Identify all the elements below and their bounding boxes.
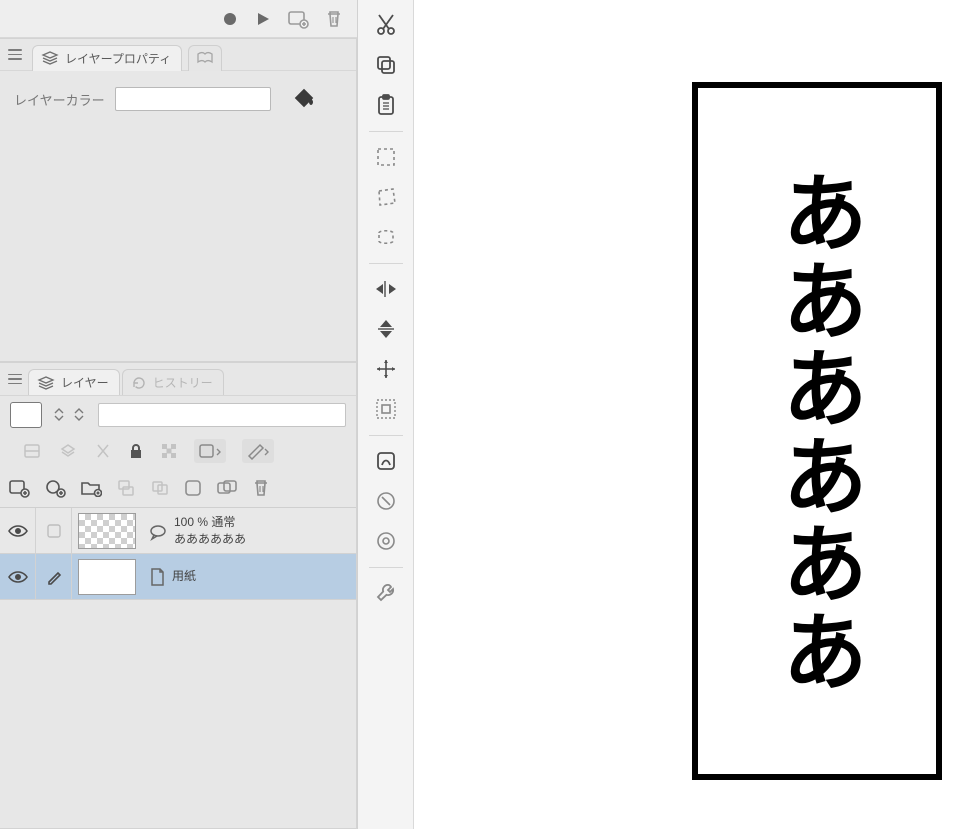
opacity-stepper[interactable]	[74, 408, 84, 421]
scale-down-icon[interactable]	[366, 390, 406, 428]
layer-property-panel: レイヤープロパティ レイヤーカラー	[0, 38, 357, 362]
layer-row[interactable]: 100 % 通常 ああああああ	[0, 508, 356, 554]
canvas[interactable]: ああああああ	[414, 0, 960, 829]
tab-layer-property[interactable]: レイヤープロパティ	[32, 45, 182, 71]
add-clip-icon[interactable]	[287, 9, 309, 29]
layer-thumbnail[interactable]	[78, 559, 136, 595]
blend-mode-stepper[interactable]	[54, 408, 64, 421]
ruler-dropdown-icon[interactable]	[242, 439, 274, 463]
record-icon[interactable]	[221, 10, 239, 28]
copy-icon[interactable]	[366, 46, 406, 84]
lock-toggle[interactable]	[36, 508, 72, 553]
mask-dropdown-icon[interactable]	[194, 439, 226, 463]
lock-icon[interactable]	[128, 442, 144, 460]
speech-balloon-frame[interactable]: ああああああ	[692, 82, 942, 780]
new-folder-icon[interactable]	[80, 479, 102, 497]
visibility-toggle[interactable]	[0, 508, 36, 553]
duplicate-layer-icon[interactable]	[216, 479, 238, 497]
draft-icon[interactable]	[94, 442, 112, 460]
history-tab-label: ヒストリー	[153, 374, 213, 391]
tab-layer[interactable]: レイヤー	[28, 369, 120, 395]
combine-icon[interactable]	[150, 479, 170, 497]
transform-b-icon[interactable]	[366, 482, 406, 520]
book-icon	[196, 51, 214, 65]
cut-icon[interactable]	[366, 6, 406, 44]
layers-tab-icon	[37, 375, 55, 391]
layer-tab-label: レイヤー	[61, 374, 109, 391]
select-free-icon[interactable]	[366, 178, 406, 216]
balloon-text[interactable]: ああああああ	[755, 168, 880, 694]
paste-icon[interactable]	[366, 86, 406, 124]
eye-icon	[8, 524, 28, 538]
right-tool-strip	[358, 0, 414, 829]
layer-row[interactable]: 用紙	[0, 554, 356, 600]
transfer-down-icon[interactable]	[116, 479, 136, 497]
paper-layer-type-icon	[148, 567, 166, 587]
flip-vertical-icon[interactable]	[366, 310, 406, 348]
layer-thumbnail[interactable]	[78, 513, 136, 549]
paint-bucket-icon[interactable]	[291, 85, 317, 111]
layer-list: 100 % 通常 ああああああ	[0, 507, 356, 600]
panel-menu-icon[interactable]	[8, 49, 22, 60]
wrench-icon[interactable]	[366, 574, 406, 612]
panel-menu-icon[interactable]	[8, 374, 22, 385]
pencil-icon	[46, 568, 62, 586]
layer-property-tab-icon	[41, 50, 59, 66]
new-raster-layer-icon[interactable]	[8, 478, 30, 498]
layer-iconrow-2	[0, 469, 356, 507]
transform-c-icon[interactable]	[366, 522, 406, 560]
layer-panel: レイヤー ヒストリー	[0, 362, 357, 829]
layer-color-swatch[interactable]	[115, 87, 271, 111]
layer-iconrow-1	[0, 433, 356, 469]
visibility-toggle[interactable]	[0, 554, 36, 599]
select-rect-icon[interactable]	[366, 138, 406, 176]
layer-color-label: レイヤーカラー	[14, 90, 105, 109]
new-vector-layer-icon[interactable]	[44, 478, 66, 498]
tab-history[interactable]: ヒストリー	[122, 369, 224, 395]
checker-icon[interactable]	[160, 442, 178, 460]
select-shrink-icon[interactable]	[366, 218, 406, 256]
blend-mode-thumb[interactable]	[10, 402, 42, 428]
layer-label: 用紙	[172, 568, 196, 584]
play-icon[interactable]	[255, 11, 271, 27]
reference-icon[interactable]	[58, 442, 78, 460]
layer-label: 100 % 通常 ああああああ	[174, 514, 246, 546]
transform-a-icon[interactable]	[366, 442, 406, 480]
layer-property-tab-label: レイヤープロパティ	[65, 50, 171, 67]
animation-toolbar	[0, 0, 357, 38]
eye-icon	[8, 570, 28, 584]
delete-layer-icon[interactable]	[252, 478, 270, 498]
tab-layer-property-secondary[interactable]	[188, 45, 222, 71]
clip-mask-icon[interactable]	[22, 442, 42, 460]
text-layer-type-icon	[148, 521, 168, 541]
square-icon	[46, 523, 62, 539]
history-tab-icon	[131, 376, 147, 390]
lock-toggle[interactable]	[36, 554, 72, 599]
opacity-field[interactable]	[98, 403, 346, 427]
flip-horizontal-icon[interactable]	[366, 270, 406, 308]
move-arrows-icon[interactable]	[366, 350, 406, 388]
trash-icon[interactable]	[325, 9, 343, 29]
layer-color-dot-icon[interactable]	[184, 479, 202, 497]
